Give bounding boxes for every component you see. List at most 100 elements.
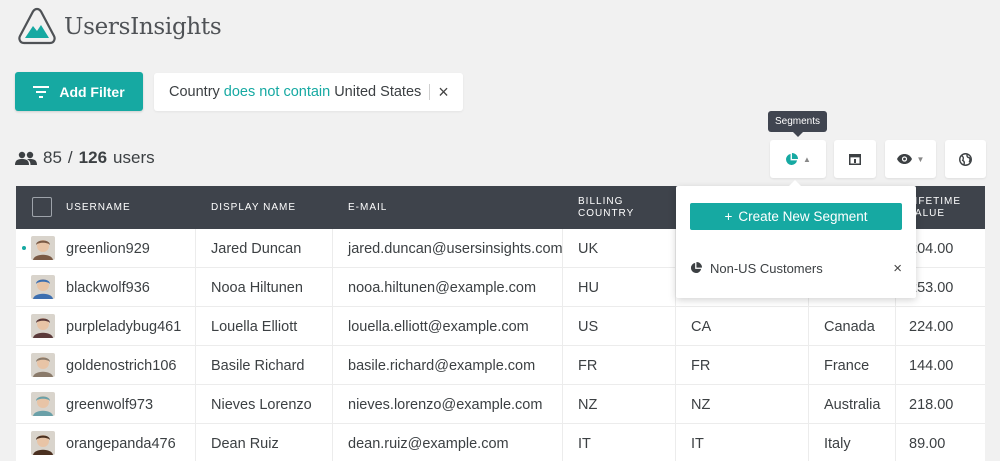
filter-divider: [429, 84, 431, 100]
column-divider: [332, 424, 333, 461]
filter-operator: does not contain: [223, 84, 331, 100]
cell-display-name: Louella Elliott: [211, 318, 298, 335]
table-row[interactable]: goldenostrich106 Basile Richard basile.ric…: [16, 346, 985, 385]
filter-value: United States: [334, 84, 422, 100]
cell-username[interactable]: purpleladybug461: [66, 307, 181, 346]
columns-layout-button[interactable]: [834, 140, 876, 178]
column-divider: [562, 385, 563, 423]
cell-username[interactable]: greenwolf973: [66, 385, 153, 424]
active-filter-chip[interactable]: Country does not contain United States ×: [154, 73, 463, 111]
avatar[interactable]: [31, 275, 55, 299]
cell-email: louella.elliott@example.com: [348, 318, 529, 335]
column-divider: [195, 346, 196, 384]
plus-icon: +: [724, 209, 733, 224]
cell-display-name: Dean Ruiz: [211, 435, 279, 452]
filtered-count: 85: [43, 148, 62, 167]
cell-username[interactable]: orangepanda476: [66, 424, 176, 461]
column-divider: [332, 385, 333, 423]
cell-country-code: CA: [691, 318, 712, 335]
column-header-lifetime-value[interactable]: LIFETIME VALUE: [908, 186, 978, 229]
column-divider: [562, 268, 563, 306]
cell-country: Canada: [824, 318, 875, 335]
avatar[interactable]: [31, 314, 55, 338]
cell-lifetime-value: 144.00: [909, 357, 954, 374]
visibility-button[interactable]: ▼: [885, 140, 936, 178]
logo-mountain-icon: [18, 7, 56, 45]
column-divider: [332, 346, 333, 384]
count-separator: /: [67, 148, 73, 167]
count-unit: users: [113, 148, 155, 167]
app-logo: UsersInsights: [16, 6, 222, 48]
cell-lifetime-value: 218.00: [909, 396, 954, 413]
cell-country-code: IT: [691, 435, 704, 452]
create-segment-label: Create New Segment: [738, 209, 868, 224]
column-header-username[interactable]: USERNAME: [66, 186, 131, 229]
create-new-segment-button[interactable]: + Create New Segment: [690, 203, 902, 230]
column-divider: [808, 385, 809, 423]
column-header-display-name[interactable]: DISPLAY NAME: [211, 186, 296, 229]
cell-email: dean.ruiz@example.com: [348, 435, 509, 452]
column-divider: [195, 385, 196, 423]
column-divider: [895, 346, 896, 384]
online-status-dot: [22, 246, 26, 250]
column-divider: [195, 424, 196, 461]
cell-billing-country: FR: [578, 357, 598, 374]
column-divider: [675, 385, 676, 423]
avatar[interactable]: [31, 392, 55, 416]
cell-lifetime-value: 89.00: [909, 435, 946, 452]
cell-display-name: Nieves Lorenzo: [211, 396, 312, 413]
segments-button[interactable]: ▲: [770, 140, 826, 178]
column-divider: [195, 229, 196, 267]
select-all-checkbox[interactable]: [32, 197, 52, 217]
table-row[interactable]: greenwolf973 Nieves Lorenzo nieves.lorenzo…: [16, 385, 985, 424]
avatar[interactable]: [31, 353, 55, 377]
cell-email: nooa.hiltunen@example.com: [348, 279, 537, 296]
caret-up-icon: ▲: [803, 154, 811, 164]
cell-billing-country: NZ: [578, 396, 598, 413]
segment-item-non-us-customers[interactable]: Non-US Customers ×: [690, 258, 902, 278]
segments-dropdown: + Create New Segment Non-US Customers ×: [676, 180, 916, 298]
users-icon: [15, 151, 37, 165]
filter-field: Country: [169, 84, 220, 100]
cell-email: basile.richard@example.com: [348, 357, 536, 374]
map-view-button[interactable]: [945, 140, 986, 178]
cell-billing-country: HU: [578, 279, 599, 296]
column-divider: [332, 307, 333, 345]
column-divider: [895, 307, 896, 345]
cell-country-code: NZ: [691, 396, 711, 413]
cell-username[interactable]: greenlion929: [66, 229, 150, 268]
avatar[interactable]: [31, 431, 55, 455]
users-count: 85 / 126 users: [15, 148, 155, 168]
cell-billing-country: UK: [578, 240, 599, 257]
globe-icon: [959, 152, 972, 166]
cell-username[interactable]: goldenostrich106: [66, 346, 176, 385]
column-divider: [808, 307, 809, 345]
delete-segment-close-icon[interactable]: ×: [893, 260, 902, 277]
column-divider: [675, 424, 676, 461]
column-divider: [332, 268, 333, 306]
table-row[interactable]: purpleladybug461 Louella Elliott louella.e…: [16, 307, 985, 346]
add-filter-button[interactable]: Add Filter: [15, 72, 143, 111]
cell-email: jared.duncan@usersinsights.com: [348, 240, 563, 257]
avatar[interactable]: [31, 236, 55, 260]
column-divider: [562, 424, 563, 461]
app-name: UsersInsights: [64, 14, 222, 40]
pie-chart-icon: [786, 152, 799, 165]
cell-country: Australia: [824, 396, 881, 413]
cell-display-name: Jared Duncan: [211, 240, 302, 257]
eye-icon: [896, 154, 912, 164]
segment-name: Non-US Customers: [710, 260, 823, 276]
column-divider: [562, 307, 563, 345]
cell-display-name: Basile Richard: [211, 357, 305, 374]
column-header-billing-country[interactable]: BILLING COUNTRY: [578, 186, 648, 229]
cell-lifetime-value: 224.00: [909, 318, 954, 335]
cell-username[interactable]: blackwolf936: [66, 268, 150, 307]
remove-filter-close-icon[interactable]: ×: [438, 83, 449, 101]
column-divider: [808, 424, 809, 461]
column-header-email[interactable]: E-MAIL: [348, 186, 387, 229]
filter-icon: [33, 85, 50, 98]
segments-tooltip: Segments: [768, 111, 827, 137]
cell-email: nieves.lorenzo@example.com: [348, 396, 543, 413]
table-row[interactable]: orangepanda476 Dean Ruiz dean.ruiz@example…: [16, 424, 985, 461]
cell-country-code: FR: [691, 357, 711, 374]
